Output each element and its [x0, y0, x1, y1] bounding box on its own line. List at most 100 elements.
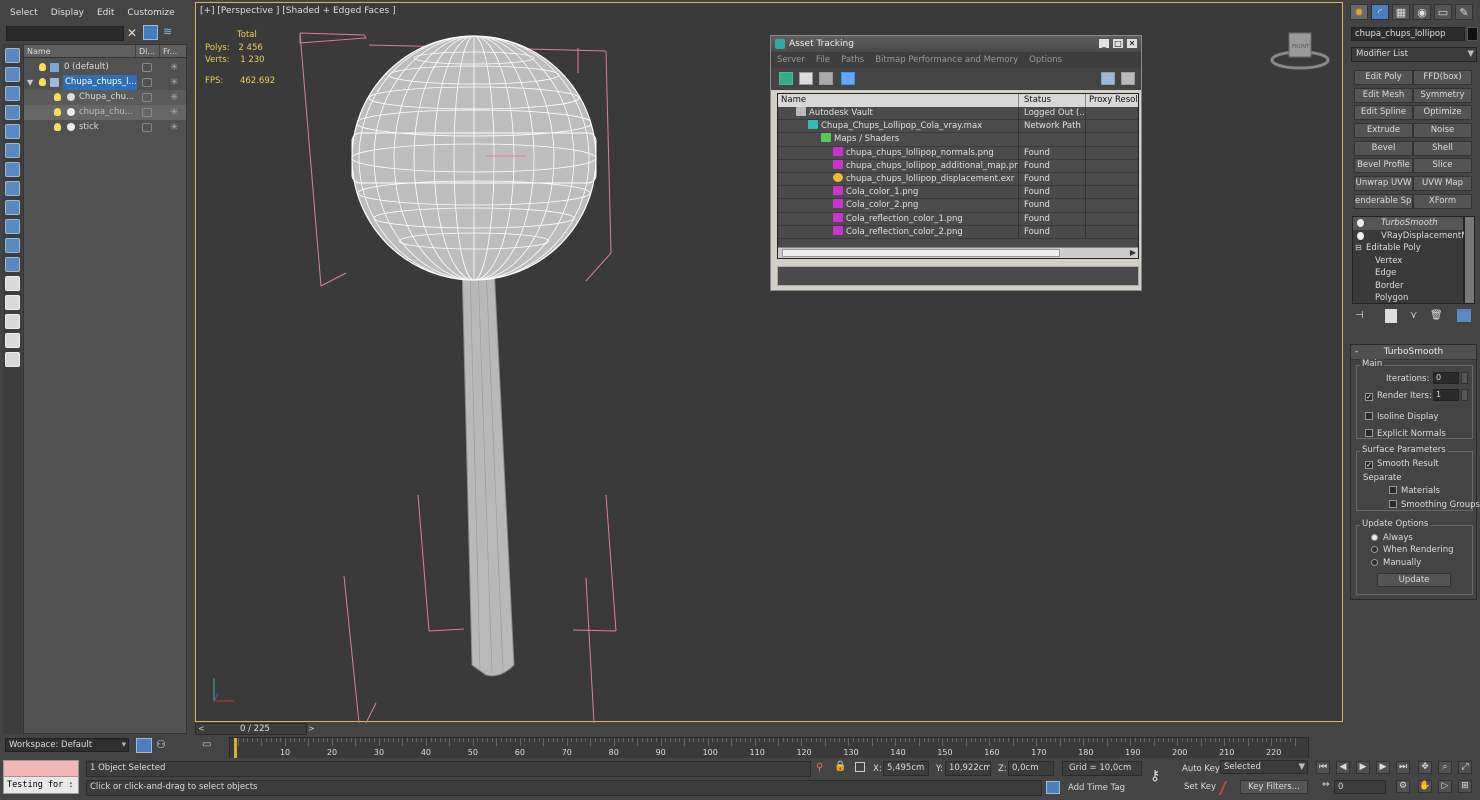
mod-extrude-button[interactable]: Extrude — [1354, 123, 1413, 138]
asset-row[interactable]: Cola_reflection_color_2.png Found — [778, 225, 1138, 239]
none-filter-icon[interactable] — [5, 314, 20, 329]
asset-row[interactable]: Cola_color_2.png Found — [778, 199, 1138, 213]
tree-row-object[interactable]: chupa_chu... ✳ — [24, 105, 186, 120]
stack-item-polygon[interactable]: Polygon — [1353, 292, 1463, 305]
light-bulb-icon[interactable] — [1357, 219, 1364, 227]
smoothing-groups-row[interactable]: Smoothing Groups — [1389, 500, 1480, 510]
make-unique-icon[interactable]: ⋎ — [1410, 310, 1417, 321]
freeze-toggle-icon[interactable]: ✳ — [170, 75, 178, 90]
isoline-display-row[interactable]: Isoline Display — [1365, 412, 1439, 422]
layer-explorer-icon[interactable] — [136, 738, 152, 753]
previous-frame-icon[interactable]: ◀ — [1336, 761, 1350, 774]
time-slider-next-icon[interactable]: > — [308, 724, 315, 733]
collapse-arrow-icon[interactable]: ▼ — [27, 75, 33, 90]
modify-tab-icon[interactable]: ◜ — [1371, 4, 1389, 20]
filter-icon[interactable] — [143, 25, 158, 40]
all-filter-icon[interactable] — [5, 295, 20, 310]
show-end-result-icon[interactable] — [1385, 309, 1397, 323]
display-toggle-icon[interactable] — [142, 123, 152, 132]
lights-filter-icon[interactable] — [5, 105, 20, 120]
add-time-tag[interactable]: Add Time Tag — [1068, 783, 1125, 793]
menu-server[interactable]: Server — [777, 52, 805, 68]
groups-filter-icon[interactable] — [5, 181, 20, 196]
field-of-view-icon[interactable]: ▷ — [1438, 780, 1452, 793]
containers-filter-icon[interactable] — [5, 238, 20, 253]
orbit-icon[interactable]: ✥ — [1418, 761, 1432, 774]
bones-filter-icon[interactable] — [5, 219, 20, 234]
manually-radio[interactable] — [1371, 559, 1378, 566]
xrefs-filter-icon[interactable] — [5, 200, 20, 215]
display-toggle-icon[interactable] — [142, 108, 152, 117]
list-view-icon[interactable] — [799, 72, 813, 85]
collapse-icon[interactable]: ⊟ — [1355, 242, 1362, 255]
menu-edit[interactable]: Edit — [97, 8, 114, 18]
tree-row-lollipop-layer[interactable]: ▼ Chupa_chups_l... ✳ — [24, 75, 186, 90]
pan-icon[interactable]: ✋ — [1418, 780, 1432, 793]
z-coordinate-field[interactable]: 0,0cm — [1008, 761, 1054, 776]
timeline-ruler[interactable]: 10 20 30 40 50 60 70 80 90 100 110 120 130 140 150 160 1… — [229, 737, 1309, 759]
light-bulb-icon[interactable] — [1357, 231, 1364, 240]
manually-row[interactable]: Manually — [1371, 558, 1421, 568]
configure-modifier-sets-icon[interactable] — [1457, 309, 1471, 322]
mod-edit-spline-button[interactable]: Edit Spline — [1354, 105, 1413, 120]
maxscript-listener[interactable]: Testing for : — [3, 760, 79, 794]
refresh-icon[interactable] — [779, 72, 793, 85]
col-freeze[interactable]: Fr... — [160, 45, 186, 57]
smoothing-groups-checkbox[interactable] — [1389, 500, 1397, 508]
viewcube-icon[interactable]: FRONT — [1270, 32, 1330, 70]
lock-selection-icon[interactable]: 🔒 — [834, 761, 846, 772]
mod-unwrap-uvw-button[interactable]: Unwrap UVW — [1354, 176, 1413, 191]
object-name-field[interactable]: chupa_chups_lollipop — [1351, 27, 1465, 41]
menu-display[interactable]: Display — [51, 8, 84, 18]
col-name[interactable]: Name — [24, 45, 136, 57]
time-config-icon[interactable]: ⚙ — [1396, 780, 1410, 793]
stack-item-vertex[interactable]: Vertex — [1353, 255, 1463, 268]
menu-customize[interactable]: Customize — [127, 8, 174, 18]
asset-tracking-titlebar[interactable]: Asset Tracking _ □ ✕ — [771, 36, 1141, 52]
asset-row[interactable]: chupa_chups_lollipop_displacement.exr Fo… — [778, 172, 1138, 187]
mod-bevel-profile-button[interactable]: Bevel Profile — [1354, 158, 1413, 173]
cameras-filter-icon[interactable] — [5, 124, 20, 139]
stack-item-edge[interactable]: Edge — [1353, 267, 1463, 280]
mod-shell-button[interactable]: Shell — [1413, 141, 1472, 156]
stack-item-turbosmooth[interactable]: TurboSmooth — [1353, 217, 1463, 230]
maximize-icon[interactable]: □ — [1112, 38, 1124, 49]
table-view-icon[interactable] — [841, 72, 855, 85]
col-status[interactable]: Status — [1019, 94, 1086, 107]
when-rendering-radio[interactable] — [1371, 546, 1378, 553]
helpers-filter-icon[interactable] — [5, 143, 20, 158]
hierarchy-tab-icon[interactable]: ▦ — [1392, 4, 1410, 20]
auto-key-button[interactable]: Auto Key — [1182, 764, 1220, 774]
mod-symmetry-button[interactable]: Symmetry — [1413, 88, 1472, 103]
asset-row[interactable]: chupa_chups_lollipop_normals.png Found — [778, 146, 1138, 160]
asset-row[interactable]: Maps / Shaders — [778, 133, 1138, 147]
display-toggle-icon[interactable] — [142, 93, 152, 102]
asset-row[interactable]: Cola_color_1.png Found — [778, 186, 1138, 200]
invert-filter-icon[interactable] — [5, 333, 20, 348]
materials-checkbox[interactable] — [1389, 486, 1397, 494]
tree-row-object[interactable]: Chupa_chu... ✳ — [24, 90, 186, 105]
render-iters-checkbox[interactable]: ✓ — [1365, 393, 1373, 401]
mod-optimize-button[interactable]: Optimize — [1413, 105, 1472, 120]
close-icon[interactable]: ✕ — [1126, 38, 1138, 49]
smooth-result-checkbox[interactable]: ✓ — [1365, 461, 1373, 469]
asset-path-field[interactable] — [777, 266, 1139, 286]
lollipop-candy[interactable] — [351, 33, 597, 283]
help-icon[interactable] — [1101, 72, 1115, 85]
key-icon[interactable]: ⚷ — [1150, 768, 1160, 784]
remove-modifier-icon[interactable]: 🗑 — [1430, 310, 1443, 321]
motion-tab-icon[interactable]: ◉ — [1413, 4, 1431, 20]
time-slider-prev-icon[interactable]: < — [198, 724, 205, 733]
pin-stack-icon[interactable]: ⊣ — [1355, 310, 1364, 321]
light-bulb-icon[interactable] — [39, 63, 46, 71]
freeze-toggle-icon[interactable]: ✳ — [170, 60, 178, 75]
object-color-swatch[interactable] — [1467, 27, 1478, 41]
when-rendering-row[interactable]: When Rendering — [1371, 545, 1454, 555]
mod-noise-button[interactable]: Noise — [1413, 123, 1472, 138]
always-radio[interactable] — [1371, 534, 1378, 541]
frozen-filter-icon[interactable] — [5, 257, 20, 272]
time-slider[interactable]: < 0 / 225 > — [195, 723, 315, 735]
freeze-toggle-icon[interactable]: ✳ — [170, 120, 178, 135]
key-mode-icon[interactable]: ⇔ — [1322, 780, 1330, 790]
mod-edit-mesh-button[interactable]: Edit Mesh — [1354, 88, 1413, 103]
